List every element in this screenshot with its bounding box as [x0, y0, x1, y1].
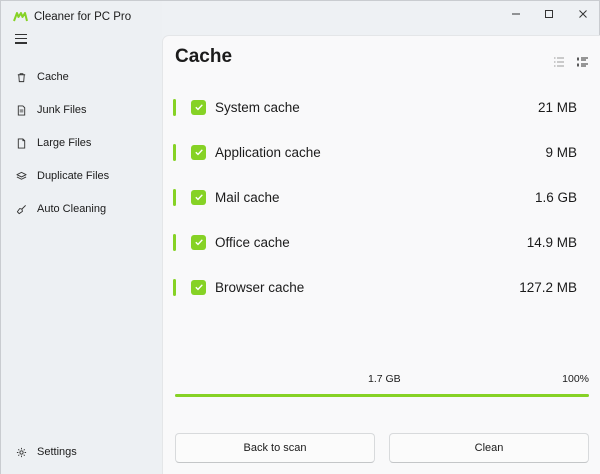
- item-size: 14.9 MB: [526, 234, 577, 250]
- item-size: 21 MB: [537, 99, 577, 115]
- item-checkbox[interactable]: [191, 144, 206, 160]
- sidebar-item-junk-files[interactable]: Junk Files: [7, 96, 157, 124]
- row-accent-bar: [173, 278, 176, 296]
- app-title: Cleaner for PC Pro: [34, 11, 132, 23]
- sidebar-item-settings[interactable]: Settings: [7, 438, 157, 466]
- sidebar-item-label: Settings: [37, 446, 77, 458]
- item-size: 9 MB: [545, 144, 577, 160]
- item-label: Office cache: [215, 234, 290, 250]
- checkmark-icon: [194, 149, 203, 156]
- sidebar-item-large-files[interactable]: Large Files: [7, 129, 157, 157]
- row-accent-bar: [173, 188, 176, 206]
- checkmark-icon: [194, 104, 203, 111]
- item-label: Mail cache: [215, 189, 280, 205]
- item-size: 127.2 MB: [519, 279, 577, 295]
- sidebar-item-label: Duplicate Files: [37, 170, 110, 182]
- sidebar-item-label: Junk Files: [37, 104, 87, 116]
- item-label: System cache: [215, 99, 300, 115]
- item-label: Application cache: [215, 144, 321, 160]
- clean-button[interactable]: Clean: [389, 433, 589, 463]
- app-window: Cleaner for PC Pro Cache Junk Files Larg…: [0, 0, 600, 474]
- gear-icon: [16, 447, 27, 457]
- progress-bar: [175, 394, 589, 397]
- menu-icon[interactable]: [15, 34, 27, 44]
- minimize-button[interactable]: [499, 1, 533, 27]
- close-button[interactable]: [566, 1, 600, 27]
- checkmark-icon: [194, 239, 203, 246]
- sidebar-item-auto-cleaning[interactable]: Auto Cleaning: [7, 195, 157, 223]
- row-accent-bar: [173, 98, 176, 116]
- progress-percent: 100%: [562, 373, 589, 385]
- sidebar-item-cache[interactable]: Cache: [7, 63, 157, 91]
- page-title: Cache: [175, 46, 233, 67]
- row-accent-bar: [173, 233, 176, 251]
- item-checkbox[interactable]: [191, 279, 206, 295]
- maximize-icon: [545, 10, 553, 18]
- trash-icon: [17, 72, 26, 82]
- item-checkbox[interactable]: [191, 234, 206, 250]
- list-item[interactable]: System cache 21 MB: [173, 95, 579, 119]
- row-accent-bar: [173, 143, 176, 161]
- list-item[interactable]: Mail cache 1.6 GB: [173, 185, 579, 209]
- sidebar-item-label: Auto Cleaning: [37, 203, 107, 215]
- broom-icon: [16, 204, 26, 214]
- progress-total-size: 1.7 GB: [368, 373, 401, 385]
- progress-fill: [175, 394, 589, 397]
- document-icon: [17, 104, 26, 116]
- close-icon: [579, 10, 587, 18]
- item-size: 1.6 GB: [534, 189, 577, 205]
- maximize-button[interactable]: [532, 1, 566, 27]
- list-item[interactable]: Office cache 14.9 MB: [173, 230, 579, 254]
- file-icon: [17, 137, 26, 149]
- checkmark-icon: [194, 194, 203, 201]
- item-label: Browser cache: [215, 279, 305, 295]
- sidebar-item-label: Cache: [37, 71, 69, 83]
- item-checkbox[interactable]: [191, 189, 206, 205]
- back-to-scan-button[interactable]: Back to scan: [175, 433, 375, 463]
- item-checkbox[interactable]: [191, 99, 206, 115]
- detailed-list-view-icon[interactable]: [576, 55, 590, 69]
- main-panel: Cache System cache 21 MB Application cac…: [162, 35, 600, 474]
- sidebar-item-label: Large Files: [37, 137, 92, 149]
- list-item[interactable]: Application cache 9 MB: [173, 140, 579, 164]
- app-title-bar: Cleaner for PC Pro: [13, 8, 131, 26]
- compact-list-view-icon[interactable]: [552, 55, 566, 69]
- minimize-icon: [512, 13, 520, 15]
- layers-icon: [16, 171, 27, 180]
- checkmark-icon: [194, 284, 203, 291]
- sidebar-item-duplicate-files[interactable]: Duplicate Files: [7, 162, 157, 190]
- sidebar: Cleaner for PC Pro Cache Junk Files Larg…: [1, 1, 162, 474]
- app-logo-icon: [13, 12, 28, 22]
- list-item[interactable]: Browser cache 127.2 MB: [173, 275, 579, 299]
